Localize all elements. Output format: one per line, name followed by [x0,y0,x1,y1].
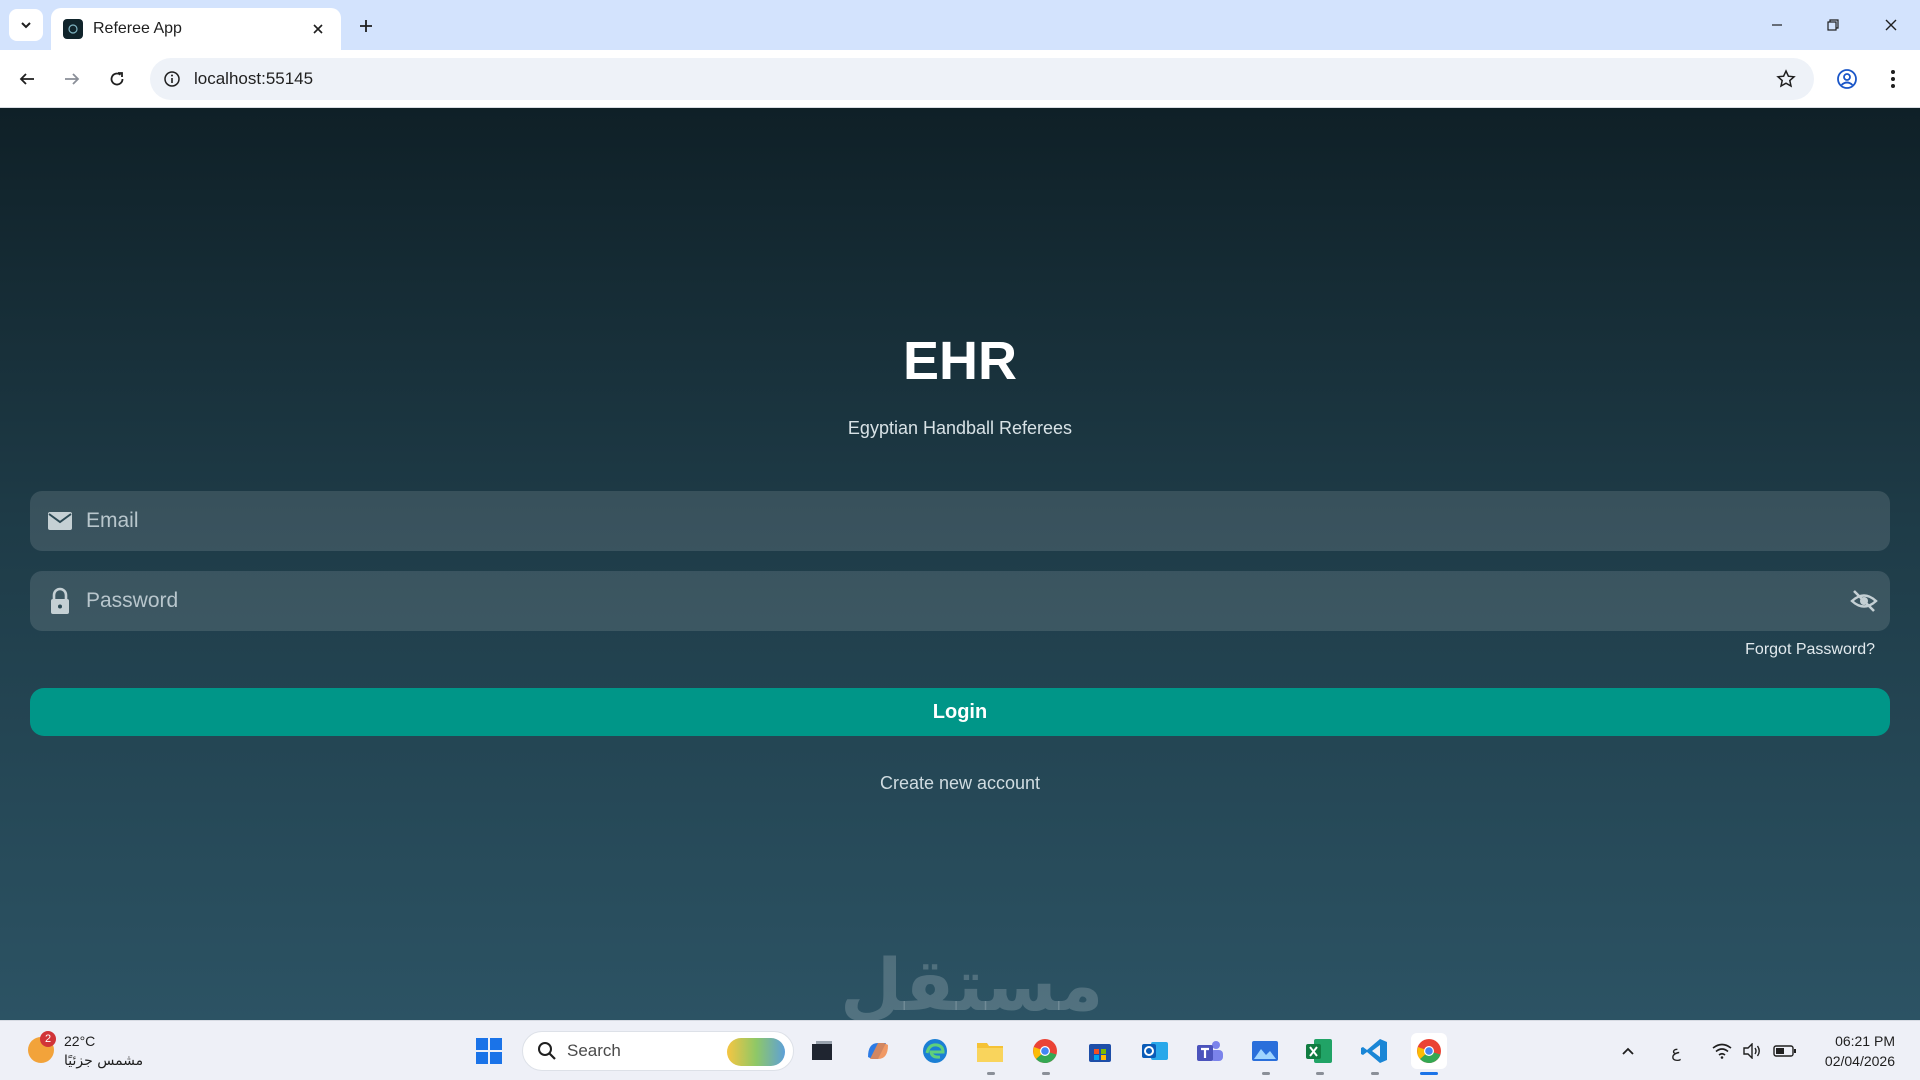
chrome-active-icon[interactable] [1411,1033,1447,1069]
running-indicator [1371,1072,1379,1075]
chevron-down-icon [21,22,31,29]
chevron-up-icon [1622,1047,1634,1055]
profile-button[interactable] [1830,62,1864,96]
url-text: localhost:55145 [194,69,314,88]
watermark-logo: مستقل [840,943,1104,1020]
volume-icon[interactable] [1738,1035,1766,1067]
restore-icon [1827,19,1839,31]
app-subtitle: Egyptian Handball Referees [847,418,1073,438]
plus-icon [360,20,372,32]
password-input[interactable] [86,571,1838,631]
excel-icon[interactable] [1301,1033,1337,1069]
app-favicon-icon [63,19,83,39]
running-indicator [987,1072,995,1075]
bookmark-star-icon[interactable] [1774,67,1798,91]
minimize-button[interactable] [1752,8,1802,42]
teams-icon[interactable] [1192,1033,1228,1069]
outlook-icon[interactable] [1137,1033,1173,1069]
address-bar[interactable]: localhost:55145 [150,58,1814,100]
visibility-off-icon[interactable] [1838,571,1890,631]
close-window-button[interactable] [1866,8,1916,42]
forward-button[interactable] [55,62,89,96]
tab-title: Referee App [93,20,182,37]
show-hidden-icons-button[interactable] [1614,1035,1642,1067]
edge-icon[interactable] [917,1033,953,1069]
lock-icon [34,571,86,631]
search-label: Search [567,1041,621,1060]
reload-button[interactable] [100,62,134,96]
restore-button[interactable] [1808,8,1858,42]
running-indicator [1262,1072,1270,1075]
running-indicator [1042,1072,1050,1075]
create-account-row: Create new account [0,773,1920,794]
clock-date: 02/04/2026 [1824,1053,1895,1069]
running-indicator [1316,1072,1324,1075]
system-clock[interactable]: 06:21 PM 02/04/2026 [1825,1031,1895,1071]
browser-menu-button[interactable] [1876,62,1910,96]
site-info-icon[interactable] [150,58,194,100]
notification-badge: 2 [40,1031,56,1047]
app-title: EHR [902,331,1017,391]
taskbar-search[interactable]: Search [522,1031,794,1071]
back-button[interactable] [10,62,44,96]
search-highlight-image [727,1038,785,1066]
new-tab-button[interactable] [352,12,380,40]
chrome-icon[interactable] [1027,1033,1063,1069]
account-icon [1837,69,1857,89]
battery-icon[interactable] [1771,1035,1799,1067]
browser-toolbar: localhost:55145 [0,50,1920,108]
store-icon[interactable] [1082,1033,1118,1069]
weather-temperature: 22°C [64,1033,96,1049]
arrow-right-icon [65,73,80,85]
login-page: EHR Egyptian Handball Referees Forgot Pa… [0,108,1920,1020]
login-button[interactable]: Login [30,688,1890,736]
minimize-icon [1772,24,1782,26]
weather-widget[interactable]: 2 22°C مشمس جزئيًا [24,1029,164,1073]
file-explorer-icon[interactable] [972,1033,1008,1069]
weather-condition: مشمس جزئيًا [64,1053,144,1069]
arrow-left-icon [19,73,34,85]
password-field[interactable] [30,571,1890,631]
email-input[interactable] [86,491,1890,551]
start-icon[interactable] [471,1033,507,1069]
browser-tab-bar: Referee App [0,0,1920,50]
photos-icon[interactable] [1247,1033,1283,1069]
windows-taskbar: 2 22°C مشمس جزئيًا Search ع 06:21 PM 02/… [0,1020,1920,1080]
clock-time: 06:21 PM [1835,1033,1895,1049]
search-icon [538,1042,556,1060]
reload-icon [110,72,124,86]
create-account-link[interactable]: Create new account [880,773,1040,793]
copilot-icon[interactable] [860,1033,896,1069]
close-icon [1885,19,1897,31]
browser-tab[interactable]: Referee App [51,8,341,50]
vscode-icon[interactable] [1356,1033,1392,1069]
active-app-indicator [1420,1072,1438,1075]
more-vertical-icon [1891,70,1895,88]
forgot-password-link[interactable]: Forgot Password? [1745,641,1875,659]
close-tab-icon[interactable] [307,18,329,40]
keyboard-language[interactable]: ع [1662,1035,1690,1067]
task-view-icon[interactable] [804,1033,840,1069]
wifi-icon[interactable] [1708,1035,1736,1067]
email-icon [34,491,86,551]
tab-search-button[interactable] [9,9,43,41]
email-field[interactable] [30,491,1890,551]
